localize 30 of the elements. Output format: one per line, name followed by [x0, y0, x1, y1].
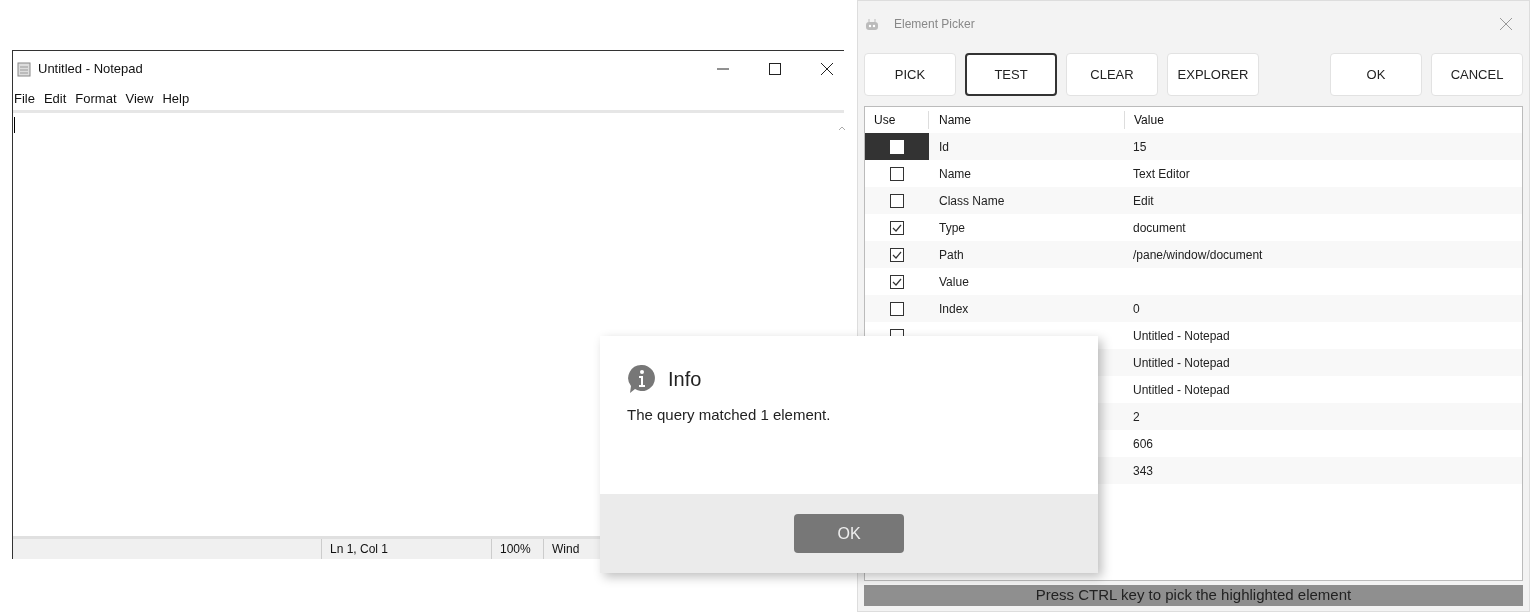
dialog-title: Info: [668, 367, 702, 392]
column-header: Use: [865, 111, 929, 129]
property-name: Name: [939, 166, 971, 181]
property-value: 2: [1133, 409, 1140, 424]
status-text: Wind: [552, 541, 580, 558]
status-text: 100%: [500, 541, 531, 558]
property-value: document: [1133, 220, 1186, 235]
property-value: 15: [1133, 139, 1147, 154]
property-value: Text Editor: [1133, 166, 1190, 181]
window-title: Element Picker: [894, 16, 975, 33]
property-name: Type: [939, 220, 965, 235]
dialog-message: The query matched 1 element.: [626, 405, 832, 425]
property-value: Untitled - Notepad: [1133, 355, 1230, 370]
property-name: Index: [939, 301, 969, 316]
window-title: Untitled - Notepad: [38, 60, 143, 79]
property-value: Untitled - Notepad: [1133, 382, 1230, 397]
property-name: Id: [939, 139, 949, 154]
property-value: /pane/window/document: [1133, 247, 1263, 262]
property-value: 343: [1133, 463, 1154, 478]
property-value: 0: [1133, 301, 1140, 316]
property-name: Value: [939, 274, 969, 289]
property-value: Edit: [1133, 193, 1154, 208]
property-name: Class Name: [939, 193, 1005, 208]
property-value: 606: [1133, 436, 1154, 451]
column-header: Value: [1133, 112, 1164, 129]
status-bar: Press CTRL key to pick the highlighted element: [864, 585, 1523, 606]
property-name: Path: [939, 247, 964, 262]
property-value: Untitled - Notepad: [1133, 328, 1230, 343]
status-text: Ln 1, Col 1: [330, 541, 389, 558]
column-header: Name: [929, 111, 1125, 129]
